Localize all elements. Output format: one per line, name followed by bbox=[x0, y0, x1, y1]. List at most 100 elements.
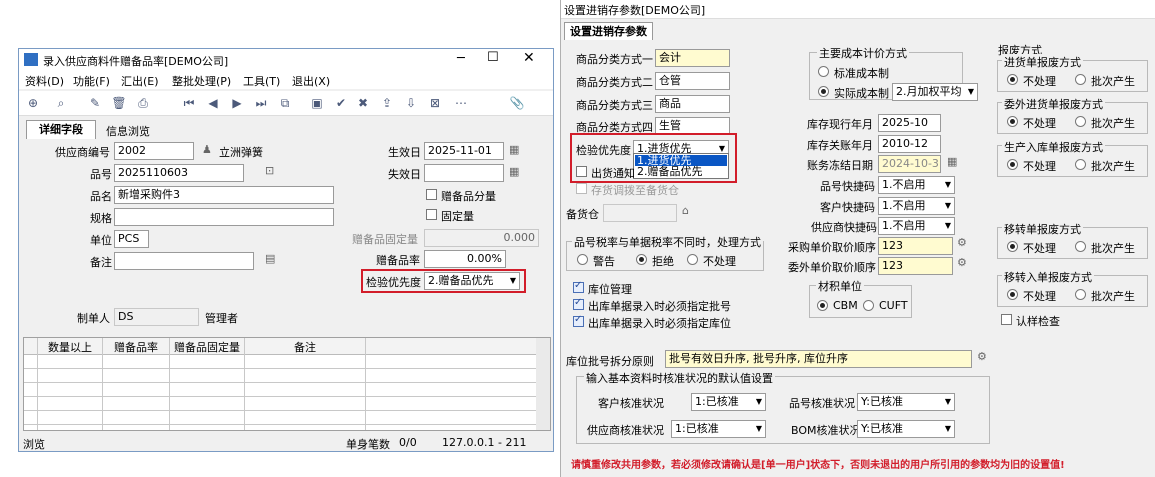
unapprove-icon[interactable]: ⇩ bbox=[403, 95, 419, 111]
warning-text: 请慎重修改共用参数，若必须修改请确认是[单一用户]状态下，否则未退出的用户所引用… bbox=[571, 460, 1065, 471]
cat3-input[interactable]: 商品 bbox=[655, 95, 730, 113]
supplier-person-icon[interactable]: ♟ bbox=[202, 143, 212, 156]
menu-data[interactable]: 资料(D) bbox=[25, 73, 64, 89]
effective-input[interactable]: 2025-11-01 bbox=[424, 142, 504, 160]
outsource-price-settings-icon[interactable]: ⚙ bbox=[957, 256, 967, 269]
supplier-input[interactable]: 2002 bbox=[114, 142, 194, 160]
void-icon[interactable]: ⊠ bbox=[427, 95, 443, 111]
menu-tools[interactable]: 工具(T) bbox=[243, 73, 280, 89]
scrap5-none-radio[interactable] bbox=[1007, 289, 1018, 300]
scrap5-batch-radio[interactable] bbox=[1075, 289, 1086, 300]
out-loc-checkbox[interactable] bbox=[573, 314, 584, 327]
fixed-qty-checkbox[interactable] bbox=[426, 209, 437, 220]
name-input[interactable]: 新增采购件3 bbox=[114, 186, 334, 204]
close-period-input[interactable]: 2010-12 bbox=[878, 135, 941, 153]
cbm-radio[interactable] bbox=[817, 300, 828, 311]
menu-function[interactable]: 功能(F) bbox=[73, 73, 110, 89]
tax-reject-radio[interactable] bbox=[636, 254, 647, 265]
close-icon[interactable]: ✕ bbox=[523, 50, 535, 66]
copy-icon[interactable]: ⧉ bbox=[277, 95, 293, 111]
tax-none-radio[interactable] bbox=[687, 254, 698, 265]
freeze-date-input[interactable]: 2024-10-31 bbox=[878, 155, 941, 173]
detail-grid[interactable]: 数量以上 赠备品率 赠备品固定量 备注 bbox=[23, 337, 551, 431]
cat2-input[interactable]: 仓管 bbox=[655, 72, 730, 90]
cert-check-checkbox[interactable] bbox=[1001, 314, 1012, 325]
scrap1-none-radio[interactable] bbox=[1007, 74, 1018, 85]
approve-icon[interactable]: ⇪ bbox=[379, 95, 395, 111]
cuft-radio[interactable] bbox=[863, 300, 874, 311]
cost-method-value: 2.月加权平均 bbox=[896, 85, 962, 98]
stock-transfer-checkbox[interactable] bbox=[576, 183, 587, 194]
scrap4-none-radio[interactable] bbox=[1007, 241, 1018, 252]
tab-settings[interactable]: 设置进销存参数 bbox=[564, 22, 653, 40]
spec-input[interactable] bbox=[114, 208, 334, 226]
new-record-icon[interactable]: ⊕ bbox=[25, 95, 41, 111]
cust-quick-select[interactable]: 1.不启用 ▼ bbox=[878, 197, 955, 215]
query-icon[interactable]: ⌕ bbox=[53, 95, 69, 111]
cost-chevron-icon: ▼ bbox=[967, 87, 974, 96]
split-input[interactable]: 批号有效日升序, 批号升序, 库位升序 bbox=[665, 350, 972, 368]
menu-batch[interactable]: 整批处理(P) bbox=[172, 73, 231, 89]
scrap4-batch-radio[interactable] bbox=[1075, 241, 1086, 252]
effective-calendar-icon[interactable]: ▦ bbox=[509, 143, 519, 156]
delete-icon[interactable]: 🗑 bbox=[111, 95, 127, 111]
spare-qty-checkbox[interactable] bbox=[426, 189, 437, 200]
scrap4-batch-label: 批次产生 bbox=[1091, 242, 1135, 255]
warehouse-icon[interactable]: ⌂ bbox=[682, 204, 689, 217]
expire-calendar-icon[interactable]: ▦ bbox=[509, 165, 519, 178]
tab-browse[interactable]: 信息浏览 bbox=[106, 123, 150, 139]
split-settings-icon[interactable]: ⚙ bbox=[977, 350, 987, 363]
inspect-select[interactable]: 2.赠备品优先 ▼ bbox=[424, 272, 520, 290]
menu-export[interactable]: 汇出(E) bbox=[121, 73, 159, 89]
reserve-wh-input[interactable] bbox=[603, 204, 677, 222]
loc-mgmt-checkbox[interactable] bbox=[573, 280, 584, 293]
menu-exit[interactable]: 退出(X) bbox=[292, 73, 330, 89]
tax-warn-radio[interactable] bbox=[577, 254, 588, 265]
creator-input[interactable]: DS bbox=[114, 308, 199, 326]
more-icon[interactable]: ⋯ bbox=[453, 95, 469, 111]
scrap2-none-radio[interactable] bbox=[1007, 116, 1018, 127]
cancel-icon[interactable]: ✖ bbox=[355, 95, 371, 111]
attach-icon[interactable]: 📎 bbox=[509, 95, 525, 111]
std-cost-radio[interactable] bbox=[818, 66, 829, 77]
tab-detail[interactable]: 详细字段 bbox=[26, 120, 96, 139]
bom-approve-select[interactable]: Y:已核准 ▼ bbox=[857, 420, 955, 438]
item-lookup-icon[interactable]: ⊡ bbox=[265, 164, 274, 177]
item-approve-select[interactable]: Y:已核准 ▼ bbox=[857, 393, 955, 411]
sup-quick-select[interactable]: 1.不启用 ▼ bbox=[878, 217, 955, 235]
remark-input[interactable] bbox=[114, 252, 254, 270]
cost-method-select[interactable]: 2.月加权平均 ▼ bbox=[892, 83, 978, 101]
next-record-icon[interactable]: ▶ bbox=[229, 95, 245, 111]
first-record-icon[interactable]: ⏮ bbox=[181, 95, 197, 111]
expire-input[interactable] bbox=[424, 164, 504, 182]
edit-icon[interactable]: ✎ bbox=[87, 95, 103, 111]
save-icon[interactable]: ▣ bbox=[309, 95, 325, 111]
last-record-icon[interactable]: ⏭ bbox=[253, 95, 269, 111]
minimize-icon[interactable]: ─ bbox=[457, 51, 465, 66]
cust-approve-select[interactable]: 1:已核准 ▼ bbox=[691, 393, 766, 411]
item-input[interactable]: 2025110603 bbox=[114, 164, 244, 182]
outsource-price-input[interactable]: 123 bbox=[878, 257, 953, 275]
scrap1-batch-radio[interactable] bbox=[1075, 74, 1086, 85]
sup-approve-select[interactable]: 1:已核准 ▼ bbox=[671, 420, 766, 438]
spare-rate-input[interactable]: 0.00% bbox=[424, 250, 506, 268]
scrap2-batch-radio[interactable] bbox=[1075, 116, 1086, 127]
prev-record-icon[interactable]: ◀ bbox=[205, 95, 221, 111]
left-menubar: 资料(D) 功能(F) 汇出(E) 整批处理(P) 工具(T) 退出(X) bbox=[19, 71, 553, 89]
scrap3-batch-radio[interactable] bbox=[1075, 159, 1086, 170]
scrap3-none-radio[interactable] bbox=[1007, 159, 1018, 170]
purchase-price-input[interactable]: 123 bbox=[878, 237, 953, 255]
item-quick-select[interactable]: 1.不启用 ▼ bbox=[878, 176, 955, 194]
unit-input[interactable]: PCS bbox=[114, 230, 149, 248]
cur-period-input[interactable]: 2025-10 bbox=[878, 114, 941, 132]
confirm-icon[interactable]: ✔ bbox=[333, 95, 349, 111]
print-icon[interactable]: ⎙ bbox=[135, 95, 151, 111]
maximize-icon[interactable]: ☐ bbox=[487, 50, 499, 65]
purchase-price-settings-icon[interactable]: ⚙ bbox=[957, 236, 967, 249]
act-cost-radio[interactable] bbox=[818, 86, 829, 97]
freeze-calendar-icon[interactable]: ▦ bbox=[947, 155, 957, 168]
cat1-input[interactable]: 会计 bbox=[655, 49, 730, 67]
spare-fixed-input[interactable]: 0.000 bbox=[424, 229, 539, 247]
remark-expand-icon[interactable]: ▤ bbox=[265, 252, 275, 265]
out-batch-checkbox[interactable] bbox=[573, 297, 584, 310]
